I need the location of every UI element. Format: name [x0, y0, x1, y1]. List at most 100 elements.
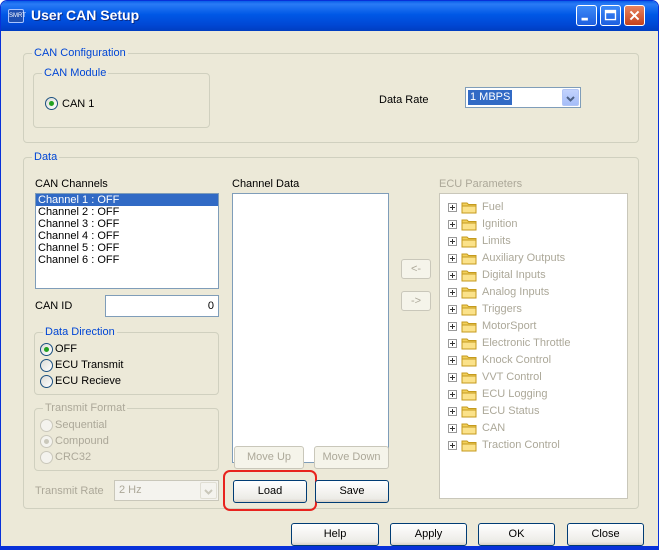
tree-node-label: Limits: [482, 235, 511, 247]
can-configuration-group: CAN Configuration CAN Module CAN 1 Data …: [23, 46, 639, 143]
expand-plus-icon[interactable]: [448, 441, 457, 450]
folder-icon: [461, 440, 477, 452]
tree-node-label: Fuel: [482, 201, 504, 213]
move-up-button[interactable]: Move Up: [234, 446, 304, 469]
close-window-button[interactable]: [624, 5, 645, 26]
tree-node-label: ECU Status: [482, 405, 540, 417]
ecu-parameters-label: ECU Parameters: [439, 178, 523, 190]
expand-plus-icon[interactable]: [448, 424, 457, 433]
chevron-down-icon: [566, 96, 575, 102]
expand-plus-icon[interactable]: [448, 220, 457, 229]
apply-button[interactable]: Apply: [390, 523, 467, 546]
expand-plus-icon[interactable]: [448, 390, 457, 399]
ok-button[interactable]: OK: [478, 523, 555, 546]
folder-icon: [461, 219, 477, 231]
direction-ecu-recieve-label: ECU Recieve: [55, 375, 122, 387]
window-title: User CAN Setup: [31, 7, 140, 23]
direction-ecu-transmit-radio[interactable]: [40, 359, 53, 372]
transmit-format-legend: Transmit Format: [43, 401, 128, 415]
data-rate-select[interactable]: 1 MBPS: [465, 87, 581, 108]
can-module-legend: CAN Module: [42, 66, 109, 80]
channel-list-item[interactable]: Channel 1 : OFF: [36, 194, 218, 206]
tree-node-label: Ignition: [482, 218, 518, 230]
tree-node-label: ECU Logging: [482, 388, 548, 400]
transmit-rate-value: 2 Hz: [119, 484, 142, 496]
channel-data-label: Channel Data: [232, 178, 300, 190]
tree-node-label: MotorSport: [482, 320, 537, 332]
folder-icon: [461, 423, 477, 435]
can1-label: CAN 1: [62, 98, 95, 110]
can-channels-list[interactable]: Channel 1 : OFF Channel 2 : OFF Channel 3 …: [35, 193, 219, 289]
folder-icon: [461, 406, 477, 418]
folder-icon: [461, 389, 477, 401]
folder-icon: [461, 304, 477, 316]
format-crc32-radio[interactable]: [40, 451, 53, 464]
folder-icon: [461, 355, 477, 367]
folder-icon: [461, 321, 477, 333]
data-legend: Data: [32, 150, 60, 164]
folder-icon: [461, 287, 477, 299]
direction-off-radio[interactable]: [40, 343, 53, 356]
tree-node-label: Analog Inputs: [482, 286, 550, 298]
tree-node-label: Knock Control: [482, 354, 552, 366]
can-id-input[interactable]: 0: [105, 295, 219, 317]
format-sequential-radio[interactable]: [40, 419, 53, 432]
tree-node-label: Triggers: [482, 303, 522, 315]
user-can-setup-window: SMRT User CAN Setup CAN Configuration CA…: [0, 0, 659, 550]
can1-radio[interactable]: [45, 97, 58, 110]
move-down-button[interactable]: Move Down: [314, 446, 389, 469]
expand-plus-icon[interactable]: [448, 271, 457, 280]
expand-plus-icon[interactable]: [448, 305, 457, 314]
format-compound-radio[interactable]: [40, 435, 53, 448]
help-button[interactable]: Help: [291, 523, 379, 546]
maximize-button[interactable]: [600, 5, 621, 26]
channel-list-item[interactable]: Channel 4 : OFF: [36, 230, 218, 242]
move-right-button[interactable]: ->: [401, 291, 431, 311]
data-rate-label: Data Rate: [379, 94, 429, 106]
transmit-rate-dropdown-button[interactable]: [200, 482, 217, 499]
channel-list-item[interactable]: Channel 6 : OFF: [36, 254, 218, 266]
transmit-format-group: Transmit Format Sequential Compound CRC3…: [34, 401, 219, 471]
channel-list-item[interactable]: Channel 5 : OFF: [36, 242, 218, 254]
load-button[interactable]: Load: [233, 480, 307, 503]
expand-plus-icon[interactable]: [448, 339, 457, 348]
dropdown-arrow-button[interactable]: [562, 89, 579, 106]
expand-plus-icon[interactable]: [448, 356, 457, 365]
direction-ecu-transmit-label: ECU Transmit: [55, 359, 124, 371]
close-button[interactable]: Close: [567, 523, 644, 546]
expand-plus-icon[interactable]: [448, 322, 457, 331]
can-module-group: CAN Module CAN 1: [33, 66, 210, 128]
minimize-button[interactable]: [576, 5, 597, 26]
window-bottom-border: [1, 546, 658, 549]
expand-plus-icon[interactable]: [448, 288, 457, 297]
tree-node-label: CAN: [482, 422, 506, 434]
folder-icon: [461, 372, 477, 384]
transmit-rate-select[interactable]: 2 Hz: [114, 480, 219, 501]
save-button[interactable]: Save: [315, 480, 389, 503]
channel-list-item[interactable]: Channel 2 : OFF: [36, 206, 218, 218]
expand-plus-icon[interactable]: [448, 373, 457, 382]
data-direction-group: Data Direction OFF ECU Transmit ECU Reci…: [34, 325, 219, 395]
expand-plus-icon[interactable]: [448, 237, 457, 246]
direction-off-label: OFF: [55, 343, 77, 355]
expand-plus-icon[interactable]: [448, 203, 457, 212]
expand-plus-icon[interactable]: [448, 407, 457, 416]
title-bar[interactable]: SMRT User CAN Setup: [1, 1, 658, 31]
can-id-label: CAN ID: [35, 300, 73, 312]
folder-icon: [461, 236, 477, 248]
ecu-parameters-tree[interactable]: Fuel Ignition Limits Auxiliary Outputs Digit…: [439, 193, 628, 499]
move-left-button[interactable]: <-: [401, 259, 431, 279]
transmit-rate-label: Transmit Rate: [35, 485, 104, 497]
expand-plus-icon[interactable]: [448, 254, 457, 263]
direction-ecu-recieve-radio[interactable]: [40, 375, 53, 388]
tree-node-label: Auxiliary Outputs: [482, 252, 566, 264]
data-direction-legend: Data Direction: [43, 325, 117, 339]
maximize-icon: [604, 9, 617, 21]
format-crc32-label: CRC32: [55, 451, 92, 463]
channel-data-list[interactable]: [232, 193, 389, 463]
folder-icon: [461, 202, 477, 214]
tree-node-label: VVT Control: [482, 371, 542, 383]
tree-node-label: Traction Control: [482, 439, 560, 451]
close-icon: [629, 10, 640, 21]
channel-list-item[interactable]: Channel 3 : OFF: [36, 218, 218, 230]
